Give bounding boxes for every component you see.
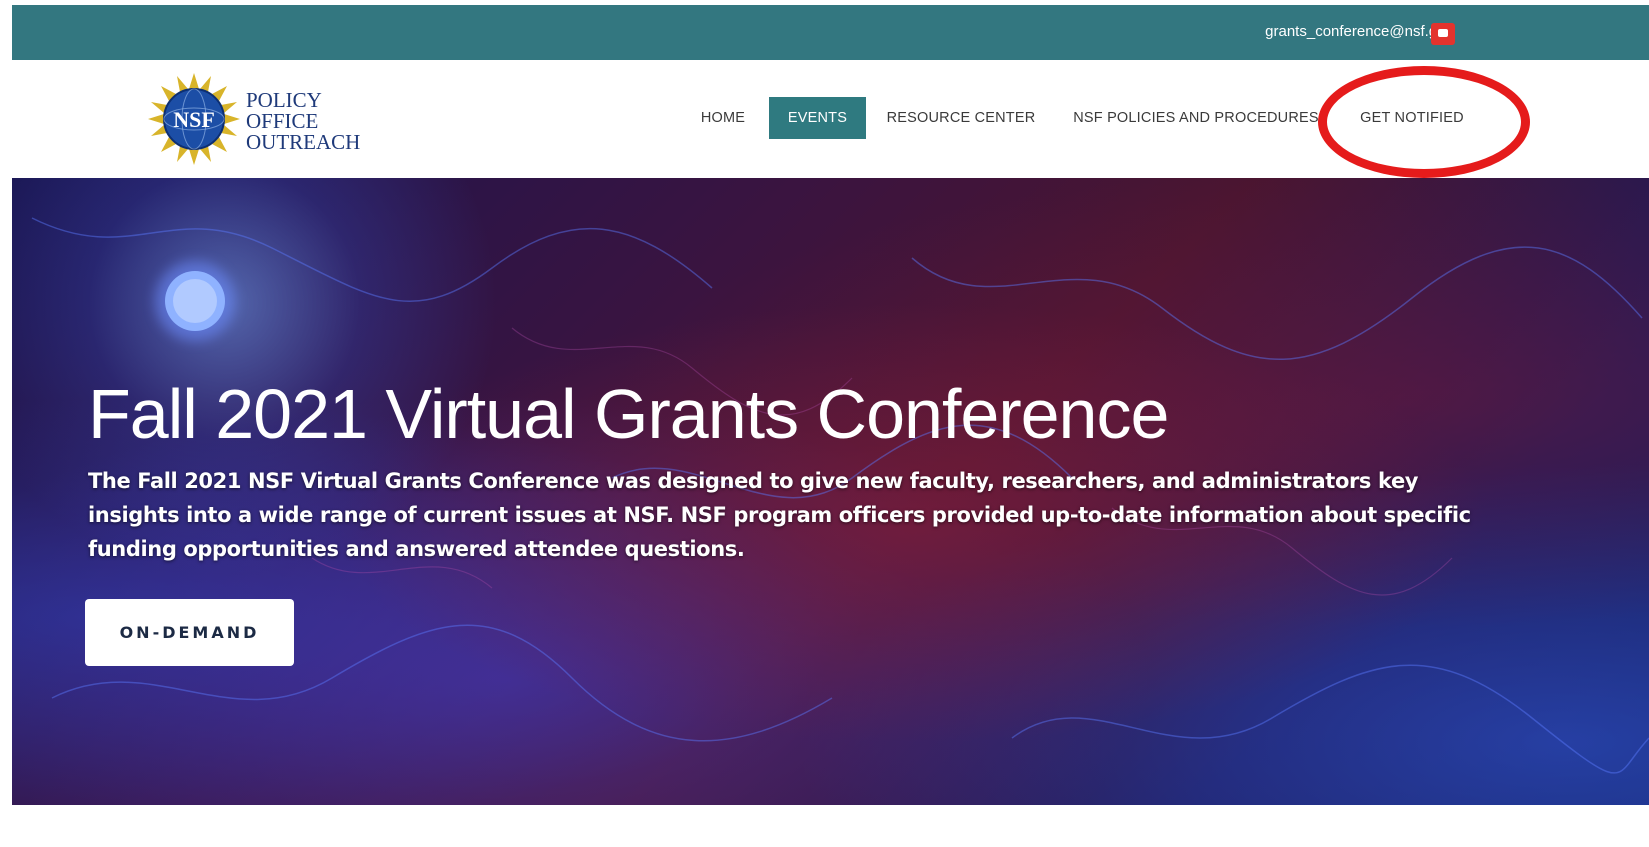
logo-line: POLICY bbox=[246, 88, 322, 112]
site-logo[interactable]: NSF POLICY OFFICE OUTREACH bbox=[146, 72, 386, 167]
red-circle-annotation bbox=[1318, 66, 1530, 178]
on-demand-button[interactable]: ON-DEMAND bbox=[85, 599, 294, 666]
nav-item-nsf-policies[interactable]: NSF POLICIES AND PROCEDURES bbox=[1062, 97, 1330, 139]
emblem-text: NSF bbox=[173, 107, 215, 132]
nav-item-events[interactable]: EVENTS bbox=[769, 97, 866, 139]
nsf-emblem-icon: NSF bbox=[148, 73, 240, 165]
hero-description: The Fall 2021 NSF Virtual Grants Confere… bbox=[88, 469, 1471, 561]
contact-email-link[interactable]: grants_conference@nsf.gov bbox=[1265, 23, 1453, 40]
top-bar: grants_conference@nsf.gov bbox=[12, 5, 1649, 60]
nav-item-resource-center[interactable]: RESOURCE CENTER bbox=[879, 97, 1043, 139]
logo-line: OFFICE bbox=[246, 109, 319, 133]
hero-banner: Fall 2021 Virtual Grants Conference The … bbox=[12, 178, 1649, 805]
nav-item-home[interactable]: HOME bbox=[690, 97, 756, 139]
youtube-icon[interactable] bbox=[1431, 23, 1455, 45]
hero-title: Fall 2021 Virtual Grants Conference bbox=[88, 375, 1169, 453]
logo-wordmark: POLICY OFFICE OUTREACH bbox=[246, 90, 360, 153]
logo-line: OUTREACH bbox=[246, 130, 361, 154]
